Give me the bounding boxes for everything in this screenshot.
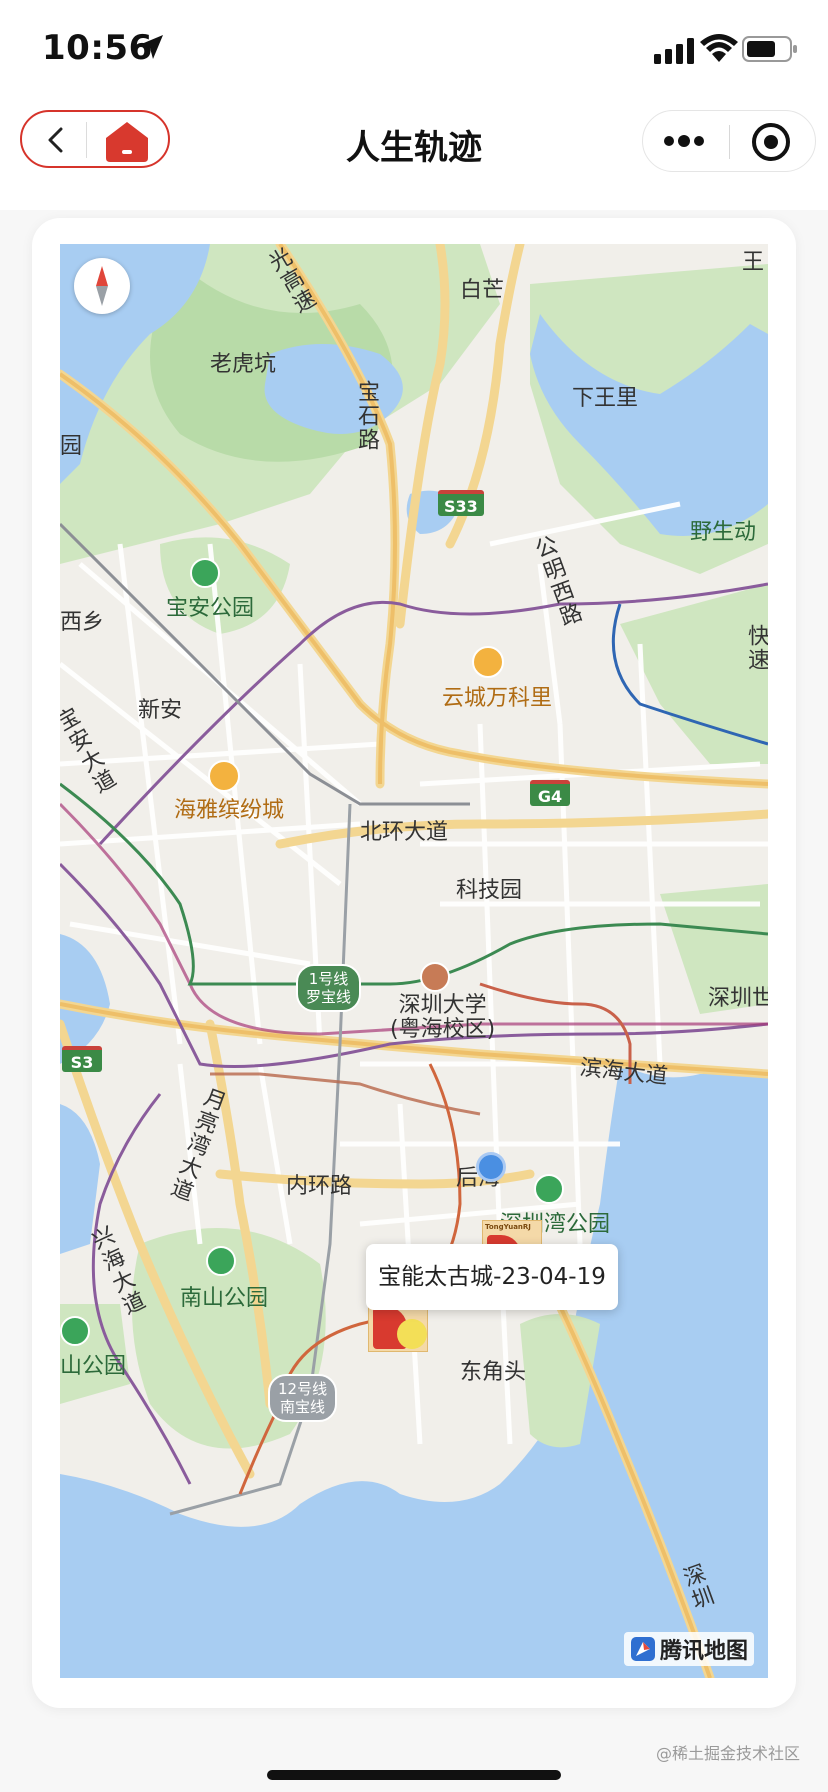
metro-line-name: 南宝线	[280, 1398, 326, 1416]
poi-label: 山公园	[60, 1354, 127, 1379]
marker-brand-text: TongYuanRJ	[485, 1223, 531, 1231]
tencent-map-logo-text: 腾讯地图	[659, 1639, 748, 1664]
park-icon	[534, 1174, 564, 1204]
nav-right-capsule	[642, 110, 816, 172]
compass-icon	[96, 266, 108, 306]
poi-label: 南山公园	[180, 1286, 269, 1311]
poi-label: 野生动	[690, 520, 757, 545]
park-icon	[60, 1316, 90, 1346]
place-label: 园	[60, 434, 83, 459]
highway-shield-s3: S3	[62, 1046, 102, 1072]
highway-shield-g4: G4	[530, 780, 570, 806]
highway-shield-s33: S33	[438, 490, 484, 516]
place-label: 白芒	[460, 278, 505, 303]
location-arrow-icon	[139, 35, 163, 59]
marker-yellow-figure	[397, 1319, 427, 1349]
cellular-signal-icon	[654, 38, 694, 64]
road-label: 北环大道	[360, 820, 449, 845]
place-label: 深圳世	[708, 986, 768, 1011]
nav-bar: 人生轨迹	[0, 98, 828, 210]
university-icon	[420, 962, 450, 992]
marker-callout[interactable]: 宝能太古城-23-04-19	[366, 1244, 618, 1310]
status-bar: 10:56	[0, 0, 828, 98]
park-icon	[190, 558, 220, 588]
more-button[interactable]	[661, 123, 707, 159]
place-label: 老虎坑	[210, 352, 277, 377]
tencent-map-logo: 腾讯地图	[623, 1632, 754, 1666]
metro-badge-line1: 1号线 罗宝线	[296, 964, 362, 1012]
metro-badge-line12: 12号线 南宝线	[268, 1374, 338, 1422]
map-view[interactable]: S33 G4 S3 1号线 罗宝线 12号线 南宝线 白芒 老虎坑 下王里 王 …	[60, 244, 768, 1678]
place-label: 下王里	[572, 386, 639, 411]
park-icon	[206, 1246, 236, 1276]
map-base-layer	[60, 244, 768, 1678]
poi-label: 云城万科里	[442, 686, 553, 711]
place-label: 东角头	[460, 1360, 527, 1385]
more-dots-icon	[664, 135, 704, 147]
watermark: @稀土掘金技术社区	[655, 1744, 800, 1763]
battery-icon	[742, 36, 797, 62]
shopping-mall-icon	[472, 646, 504, 678]
place-label: 西乡	[60, 610, 105, 635]
poi-label-university: 深圳大学 (粤海校区)	[390, 993, 496, 1042]
metro-line-name: 罗宝线	[306, 988, 352, 1006]
close-target-icon[interactable]	[749, 120, 793, 164]
compass-button[interactable]	[74, 258, 130, 314]
current-location-dot[interactable]	[476, 1152, 506, 1182]
road-label: 快速	[744, 624, 768, 672]
shopping-mall-icon	[208, 760, 240, 792]
place-label: 科技园	[456, 878, 523, 903]
capsule-divider	[729, 125, 730, 159]
poi-label: 海雅缤纷城	[174, 798, 285, 823]
metro-line-number: 12号线	[278, 1380, 328, 1398]
road-label: 内环路	[286, 1174, 353, 1199]
tencent-map-logo-icon	[630, 1637, 655, 1661]
home-indicator	[267, 1770, 561, 1780]
metro-line-number: 1号线	[308, 970, 349, 988]
poi-label: 宝安公园	[166, 596, 255, 621]
place-label: 王	[742, 250, 765, 275]
place-label: 新安	[138, 698, 183, 723]
wifi-icon	[700, 34, 738, 62]
road-label: 宝石路	[354, 380, 379, 452]
